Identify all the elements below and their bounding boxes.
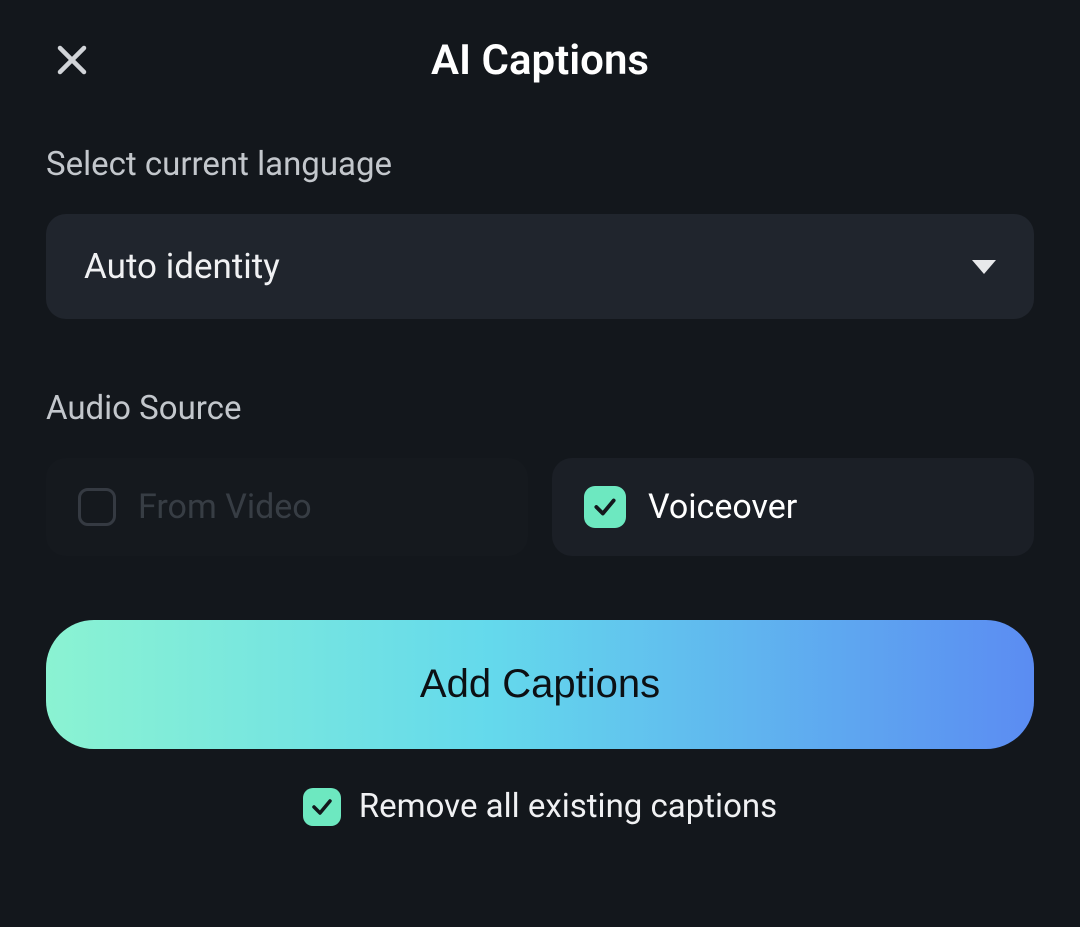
close-button[interactable]	[54, 42, 90, 82]
check-icon	[592, 494, 618, 520]
audio-section-label: Audio Source	[46, 389, 1034, 428]
language-section-label: Select current language	[46, 145, 1034, 184]
language-dropdown[interactable]: Auto identity	[46, 214, 1034, 319]
remove-existing-label: Remove all existing captions	[359, 787, 777, 826]
checkbox-unchecked-icon	[78, 488, 116, 526]
from-video-label: From Video	[138, 487, 312, 527]
add-captions-button[interactable]: Add Captions	[46, 620, 1034, 749]
checkbox-checked-icon	[303, 788, 341, 826]
checkbox-checked-icon	[584, 486, 626, 528]
close-icon	[54, 42, 90, 78]
audio-option-voiceover[interactable]: Voiceover	[552, 458, 1034, 556]
remove-existing-option[interactable]: Remove all existing captions	[46, 787, 1034, 826]
language-selected-value: Auto identity	[84, 246, 280, 287]
check-icon	[310, 795, 334, 819]
chevron-down-icon	[972, 260, 996, 274]
voiceover-label: Voiceover	[648, 487, 797, 527]
modal-title: AI Captions	[431, 36, 649, 85]
audio-option-from-video[interactable]: From Video	[46, 458, 528, 556]
modal-header: AI Captions	[46, 36, 1034, 85]
audio-source-options: From Video Voiceover	[46, 458, 1034, 556]
